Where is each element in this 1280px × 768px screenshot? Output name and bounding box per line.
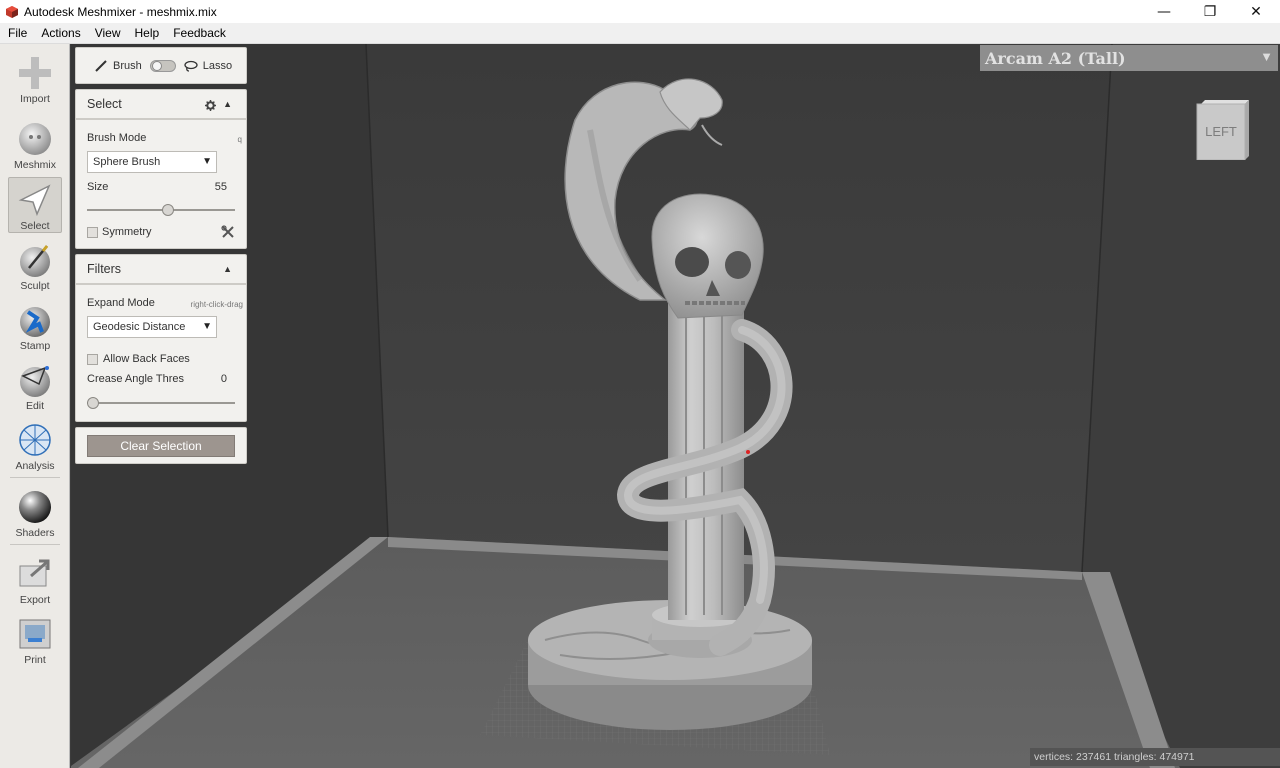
tool-shaders[interactable]: Shaders (8, 485, 62, 539)
lasso-mode-label[interactable]: Lasso (203, 60, 232, 72)
tool-label-edit: Edit (25, 400, 45, 412)
allow-back-faces-label: Allow Back Faces (103, 353, 190, 365)
symmetry-label: Symmetry (102, 226, 152, 238)
printer-selector[interactable]: Arcam A2 (Tall) ▼ (980, 45, 1278, 71)
filters-panel: Filters ▲ Expand Mode right-click-drag G… (75, 254, 247, 422)
close-button[interactable]: ✕ (1233, 0, 1279, 23)
minimize-icon: — (1157, 3, 1171, 20)
tool-analysis[interactable]: Analysis (8, 418, 62, 472)
menu-help[interactable]: Help (128, 23, 167, 44)
tool-label-export: Export (19, 594, 51, 606)
toolbar-divider (10, 544, 60, 545)
symmetry-checkbox[interactable] (87, 227, 98, 238)
select-panel-header[interactable]: Select ▲ (76, 90, 246, 120)
brush-mode-dropdown[interactable]: Sphere Brush ▼ (87, 151, 217, 173)
meshmix-sphere-icon (19, 123, 51, 155)
tool-label-select: Select (20, 220, 50, 232)
tool-stamp[interactable]: Stamp (8, 298, 62, 352)
arrow-cursor-icon (18, 184, 51, 217)
printer-icon (19, 619, 51, 649)
selection-mode-panel: Brush Lasso (75, 47, 247, 84)
menu-view[interactable]: View (88, 23, 128, 44)
collapse-icon[interactable]: ▲ (223, 264, 232, 274)
view-cube[interactable]: LEFT (1195, 98, 1255, 160)
tool-label-analysis: Analysis (15, 460, 55, 472)
window-title: Autodesk Meshmixer - meshmix.mix (24, 4, 217, 19)
minimize-button[interactable]: — (1141, 0, 1187, 23)
tool-edit[interactable]: Edit (8, 358, 62, 412)
expand-mode-label: Expand Mode (87, 297, 155, 309)
stamp-icon (20, 307, 50, 337)
brush-mode-hotkey: q (237, 135, 242, 144)
menu-bar: File Actions View Help Feedback (0, 23, 1280, 44)
scene-canvas (71, 44, 1280, 768)
size-label: Size (87, 181, 109, 193)
meshmixer-app-icon (6, 5, 18, 18)
filters-panel-header[interactable]: Filters ▲ (76, 255, 246, 285)
restore-icon: ❐ (1203, 3, 1217, 20)
size-slider-thumb[interactable] (162, 204, 175, 216)
shader-sphere-icon (19, 491, 51, 523)
plus-icon (19, 57, 51, 89)
select-panel: Select ▲ Brush Mode q Sphere Brush ▼ Siz… (75, 89, 247, 249)
analysis-mesh-icon (19, 424, 51, 456)
allow-back-faces-checkbox[interactable] (87, 354, 98, 365)
title-bar: Autodesk Meshmixer - meshmix.mix — ❐ ✕ (0, 0, 1280, 23)
brush-mode-field-label: Brush Mode (87, 132, 147, 144)
menu-feedback[interactable]: Feedback (166, 23, 233, 44)
filters-panel-title: Filters (87, 262, 122, 276)
crease-angle-label: Crease Angle Thres (87, 373, 185, 385)
close-icon: ✕ (1250, 3, 1262, 20)
brush-sphere-icon (20, 245, 50, 277)
3d-viewport[interactable]: LEFT (71, 44, 1280, 768)
crease-angle-slider-thumb[interactable] (87, 397, 99, 409)
lasso-icon (184, 60, 198, 72)
expand-mode-value: Geodesic Distance (93, 321, 186, 333)
tool-label-print: Print (24, 654, 46, 666)
printer-name: Arcam A2 (Tall) (985, 48, 1126, 68)
expand-mode-hint: right-click-drag (190, 300, 243, 309)
tool-label-sculpt: Sculpt (20, 280, 50, 292)
toggle-knob (151, 60, 162, 71)
view-cube-label: LEFT (1205, 124, 1237, 139)
collapse-icon[interactable]: ▲ (223, 99, 232, 109)
select-panel-title: Select (87, 97, 122, 111)
crease-angle-value: 0 (220, 373, 227, 385)
brush-mode-value: Sphere Brush (93, 156, 161, 168)
size-slider-track[interactable] (87, 209, 235, 211)
edit-sphere-icon (20, 366, 50, 397)
maximize-button[interactable]: ❐ (1187, 0, 1233, 23)
crease-angle-slider-track[interactable] (87, 402, 235, 404)
toolbar-divider (10, 477, 60, 478)
brush-lasso-toggle[interactable] (149, 59, 176, 72)
chevron-down-icon: ▼ (202, 321, 212, 332)
chevron-down-icon: ▼ (202, 156, 212, 167)
menu-actions[interactable]: Actions (34, 23, 87, 44)
tool-sculpt[interactable]: Sculpt (8, 238, 62, 292)
symmetry-tools-icon[interactable] (221, 225, 235, 239)
left-toolbar: Import Meshmix Select Sculpt Stamp Edit … (0, 44, 70, 768)
brush-mode-label[interactable]: Brush (113, 60, 142, 72)
menu-file[interactable]: File (0, 23, 34, 44)
tool-select[interactable]: Select (8, 177, 62, 233)
size-value: 55 (214, 181, 227, 193)
tool-export[interactable]: Export (8, 552, 62, 606)
clear-selection-panel: Clear Selection (75, 427, 247, 464)
expand-mode-dropdown[interactable]: Geodesic Distance ▼ (87, 316, 217, 338)
tool-label-import: Import (20, 93, 50, 105)
tool-label-meshmix: Meshmix (13, 159, 56, 171)
tool-meshmix[interactable]: Meshmix (8, 117, 62, 171)
tool-label-stamp: Stamp (19, 340, 51, 352)
export-icon (19, 559, 50, 587)
mesh-stats: vertices: 237461 triangles: 474971 (1030, 748, 1280, 766)
brush-icon (95, 59, 107, 72)
chevron-down-icon: ▼ (1260, 49, 1273, 64)
tool-print[interactable]: Print (8, 612, 62, 666)
tool-import[interactable]: Import (8, 51, 62, 105)
clear-selection-button[interactable]: Clear Selection (87, 435, 235, 457)
gear-icon[interactable] (205, 100, 216, 111)
tool-label-shaders: Shaders (15, 527, 55, 539)
